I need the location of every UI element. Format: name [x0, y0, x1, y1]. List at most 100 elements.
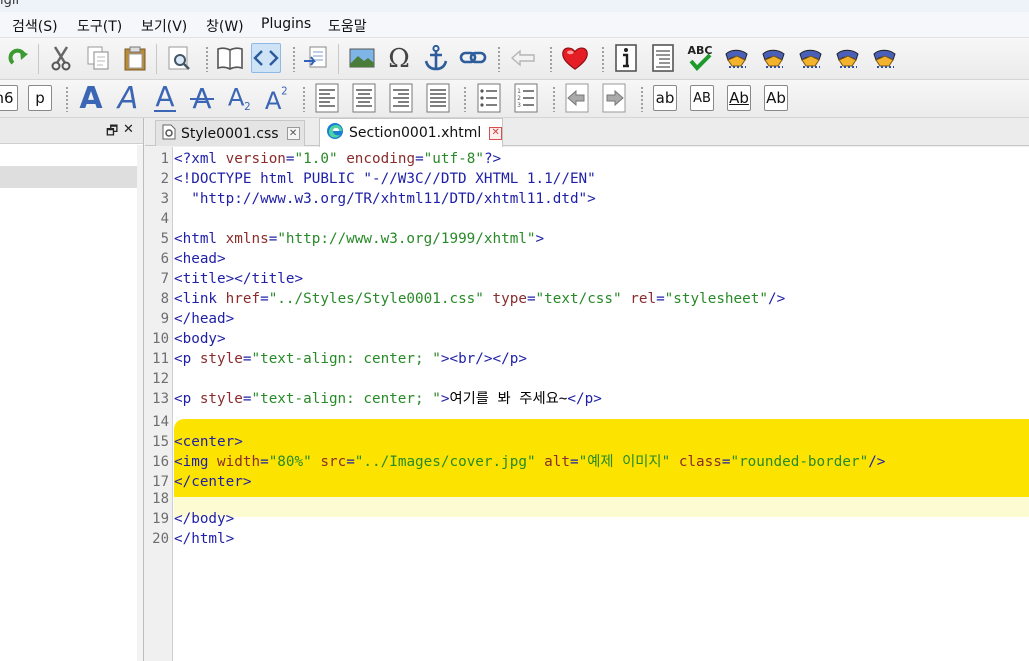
css-file-icon [162, 124, 176, 144]
link-icon[interactable] [458, 43, 488, 73]
code-token: <p [174, 391, 200, 407]
menu-tools[interactable]: 도구(T) [77, 16, 122, 36]
plugin-icon-4[interactable] [833, 43, 863, 73]
line-number: 8 [160, 291, 169, 307]
code-token: = [346, 454, 355, 470]
plugin-icon-3[interactable] [796, 43, 826, 73]
italic-icon[interactable]: A [113, 82, 143, 114]
selected-tree-item[interactable] [0, 166, 137, 188]
line-number: 10 [152, 331, 169, 347]
code-token: = [285, 151, 295, 167]
code-line: <!DOCTYPE html PUBLIC "-//W3C//DTD XHTML… [174, 169, 596, 189]
code-token: "1.0" [294, 151, 338, 167]
menu-help[interactable]: 도움말 [328, 16, 367, 36]
code-line: <link href="../Styles/Style0001.css" typ… [174, 289, 785, 309]
code-editor[interactable]: 1 2 3 4 5 6 7 8 9 10 11 12 13 14 15 16 17 18 19 20 <?xml ve… [145, 147, 1029, 661]
close-tab-icon[interactable]: ✕ [286, 127, 300, 140]
line-number: 5 [160, 231, 169, 247]
close-panel-icon[interactable]: ✕ [123, 122, 134, 137]
tab-style0001-css[interactable]: Style0001.css ✕ [155, 120, 305, 146]
svg-text:A: A [116, 82, 139, 114]
svg-text:3: 3 [517, 102, 521, 109]
paste-icon[interactable] [120, 43, 150, 73]
paragraph-button[interactable]: p [28, 85, 52, 111]
code-token: = [260, 454, 269, 470]
menu-view[interactable]: 보기(V) [141, 16, 187, 36]
plugin-icon-5[interactable] [870, 43, 900, 73]
code-token: </p> [567, 391, 602, 407]
align-left-icon[interactable] [312, 83, 342, 113]
code-token: alt [544, 454, 570, 470]
lowercase-label: ab [655, 89, 675, 107]
line-number: 7 [160, 271, 169, 287]
plugin-icon-1[interactable] [722, 43, 752, 73]
code-view-icon[interactable] [251, 43, 281, 73]
superscript-icon[interactable]: A2 [261, 83, 291, 114]
copy-icon[interactable] [83, 43, 113, 73]
heading-h6-label: h6 [0, 89, 14, 107]
anchor-icon[interactable] [421, 43, 451, 73]
strikethrough-icon[interactable]: A [187, 82, 217, 114]
code-line: </body> [174, 509, 234, 529]
align-center-icon[interactable] [349, 83, 379, 113]
insert-file-icon[interactable] [301, 43, 331, 73]
code-token: "text/css" [535, 291, 622, 307]
find-icon[interactable] [164, 43, 194, 73]
numbered-list-icon[interactable]: 123 [511, 83, 541, 113]
lowercase-button[interactable]: ab [653, 85, 677, 111]
align-right-icon[interactable] [386, 83, 416, 113]
cut-icon[interactable] [46, 43, 76, 73]
align-justify-icon[interactable] [423, 83, 453, 113]
bullet-list-icon[interactable] [474, 83, 504, 113]
titlecase-button[interactable]: Ab [764, 85, 788, 111]
metadata-info-icon[interactable] [611, 43, 641, 73]
capitalize-label: Ab [729, 89, 749, 107]
code-line: <title></title> [174, 269, 303, 289]
toc-icon[interactable] [648, 43, 678, 73]
redo-icon[interactable] [4, 43, 34, 73]
tab-section0001-xhtml[interactable]: Section0001.xhtml ✕ [319, 118, 503, 147]
svg-text:A: A [79, 82, 103, 114]
menu-search[interactable]: 검색(S) [12, 16, 58, 36]
title-bar: igil [0, 0, 1029, 12]
code-token: class [678, 454, 722, 470]
capitalize-button[interactable]: Ab [727, 85, 751, 111]
code-text-area[interactable]: <?xml version="1.0" encoding="utf-8"?> <!… [174, 147, 1029, 661]
underline-icon[interactable]: A [150, 82, 180, 113]
code-token: <p [174, 351, 200, 367]
spellcheck-icon[interactable]: ABC [685, 43, 715, 73]
code-line: <p style="text-align: center; ">여기를 봐 주세… [174, 389, 602, 409]
close-tab-icon[interactable]: ✕ [489, 126, 502, 140]
heading-h6-button[interactable]: h6 [0, 85, 18, 111]
code-line: <html xmlns="http://www.w3.org/1999/xhtm… [174, 229, 544, 249]
favorite-heart-icon[interactable] [560, 43, 590, 73]
insert-image-icon[interactable] [347, 43, 377, 73]
code-token: "text-align: center; " [251, 351, 441, 367]
subscript-icon[interactable]: A2 [224, 82, 254, 113]
code-token: "stylesheet" [664, 291, 768, 307]
code-token: ><br/></p> [440, 351, 527, 367]
book-view-icon[interactable] [215, 43, 245, 73]
line-number: 13 [152, 391, 169, 407]
back-arrow-icon[interactable] [508, 43, 538, 73]
uppercase-button[interactable]: AB [690, 85, 714, 111]
outdent-icon[interactable] [562, 83, 592, 113]
line-number: 15 [152, 434, 169, 450]
menu-plugins[interactable]: Plugins [261, 16, 311, 32]
line-number: 20 [152, 531, 169, 547]
bold-icon[interactable]: A [76, 82, 106, 114]
plugin-icon-2[interactable] [759, 43, 789, 73]
omega-symbol-icon[interactable]: Ω [384, 43, 414, 73]
line-number: 2 [160, 171, 169, 187]
panel-scrollbar[interactable] [137, 145, 143, 661]
line-number: 9 [160, 311, 169, 327]
indent-icon[interactable] [599, 83, 629, 113]
code-token: </html> [174, 531, 235, 547]
code-token: </center> [174, 474, 252, 490]
menu-window[interactable]: 창(W) [206, 16, 244, 36]
code-token: href [225, 291, 261, 307]
float-panel-icon[interactable]: 🗗 [106, 122, 118, 144]
line-number: 14 [152, 414, 169, 430]
